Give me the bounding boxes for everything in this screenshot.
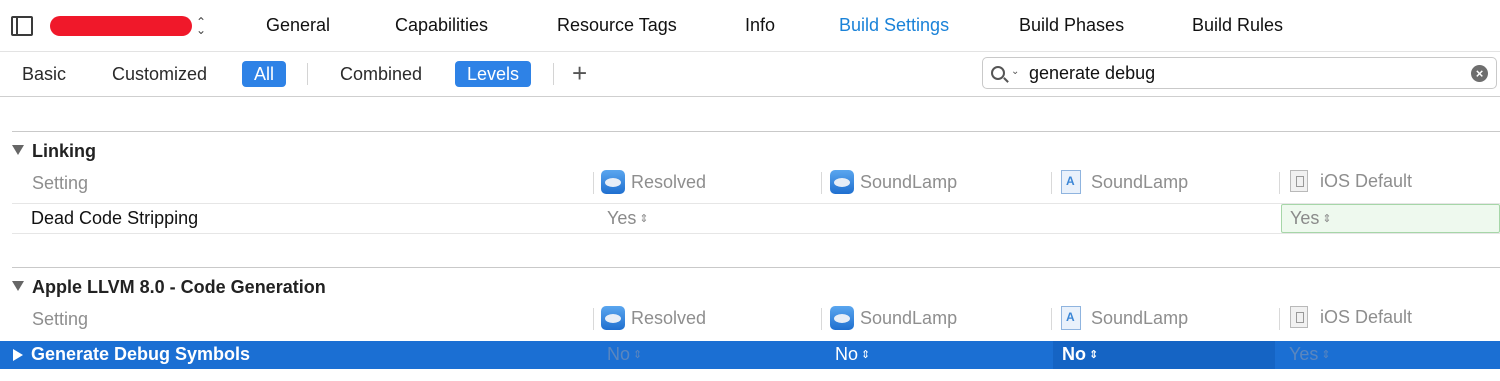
tab-build-settings[interactable]: Build Settings bbox=[839, 15, 949, 36]
target-value-cell[interactable]: No ⇕ bbox=[1053, 341, 1275, 369]
filter-divider bbox=[553, 63, 554, 85]
target-name-redacted bbox=[50, 16, 192, 36]
project-icon bbox=[830, 306, 854, 330]
tab-general[interactable]: General bbox=[266, 15, 330, 36]
column-divider bbox=[1279, 172, 1280, 194]
chevron-updown-icon: ⇕ bbox=[639, 213, 649, 225]
chevron-updown-icon: ⇕ bbox=[1089, 349, 1099, 361]
column-divider bbox=[1051, 172, 1052, 194]
tab-build-rules[interactable]: Build Rules bbox=[1192, 15, 1283, 36]
tab-build-phases[interactable]: Build Phases bbox=[1019, 15, 1124, 36]
column-divider bbox=[1279, 308, 1280, 330]
app-target-icon bbox=[1061, 170, 1081, 194]
column-header-project: SoundLamp bbox=[830, 170, 957, 194]
resolved-project-icon bbox=[601, 306, 625, 330]
row-divider bbox=[12, 233, 1500, 234]
view-levels-button[interactable]: Levels bbox=[455, 61, 532, 87]
table-row-dead-code-stripping[interactable]: Dead Code Stripping Yes ⇕ Yes ⇕ bbox=[12, 204, 1500, 234]
column-divider bbox=[593, 308, 594, 330]
search-options-chevron-icon[interactable]: ⌄ bbox=[1011, 66, 1019, 77]
chevron-updown-icon: ⇕ bbox=[1322, 213, 1332, 225]
target-picker[interactable]: ⌃ ⌄ bbox=[50, 15, 206, 37]
ios-default-cell[interactable]: Yes ⇕ bbox=[1281, 204, 1500, 233]
value-text: Yes bbox=[1289, 344, 1319, 364]
search-field[interactable]: ⌄ × bbox=[982, 57, 1497, 89]
column-label: Resolved bbox=[631, 171, 707, 192]
project-value[interactable]: No ⇕ bbox=[835, 344, 870, 365]
column-label: SoundLamp bbox=[860, 307, 958, 328]
column-header-resolved: Resolved bbox=[601, 306, 706, 330]
ios-default-icon bbox=[1290, 306, 1308, 328]
setting-name: Generate Debug Symbols bbox=[31, 344, 251, 364]
search-icon[interactable] bbox=[991, 66, 1005, 80]
value-text: No bbox=[1062, 344, 1086, 364]
value-text: No bbox=[607, 344, 631, 364]
disclosure-expanded-icon[interactable] bbox=[12, 145, 24, 155]
filter-divider bbox=[307, 63, 308, 85]
column-header-setting: Setting bbox=[32, 309, 89, 329]
disclosure-collapsed-icon[interactable] bbox=[13, 349, 23, 361]
column-divider bbox=[1051, 308, 1052, 330]
filter-customized-button[interactable]: Customized bbox=[112, 61, 207, 87]
column-label: iOS Default bbox=[1320, 306, 1413, 327]
column-divider bbox=[821, 172, 822, 194]
ios-default-value[interactable]: Yes ⇕ bbox=[1289, 344, 1331, 365]
ios-default-icon bbox=[1290, 170, 1308, 192]
section-title: Apple LLVM 8.0 - Code Generation bbox=[32, 277, 326, 297]
section-header-linking[interactable]: Linking bbox=[12, 141, 96, 162]
disclosure-expanded-icon[interactable] bbox=[12, 281, 24, 291]
clear-search-icon[interactable]: × bbox=[1471, 65, 1488, 82]
column-header-target: SoundLamp bbox=[1061, 170, 1188, 194]
chevron-updown-icon: ⇕ bbox=[1321, 349, 1331, 361]
column-header-resolved: Resolved bbox=[601, 170, 706, 194]
value-text: No bbox=[835, 344, 859, 364]
resolved-value[interactable]: No ⇕ bbox=[607, 344, 642, 365]
table-row-generate-debug-symbols[interactable]: Generate Debug Symbols No ⇕ No ⇕ No ⇕ Yes ⇕ bbox=[0, 341, 1500, 369]
section-divider bbox=[12, 267, 1500, 268]
filter-basic-button[interactable]: Basic bbox=[22, 61, 66, 87]
value-text: Yes bbox=[607, 208, 637, 228]
add-setting-button[interactable]: + bbox=[572, 60, 587, 86]
project-icon bbox=[830, 170, 854, 194]
view-combined-button[interactable]: Combined bbox=[340, 61, 422, 87]
column-header-ios-default: iOS Default bbox=[1290, 306, 1412, 328]
section-title: Linking bbox=[32, 141, 96, 161]
resolved-project-icon bbox=[601, 170, 625, 194]
chevron-updown-icon: ⇕ bbox=[861, 349, 871, 361]
chevron-updown-icon: ⇕ bbox=[633, 349, 643, 361]
filter-all-button[interactable]: All bbox=[242, 61, 287, 87]
section-divider bbox=[12, 131, 1500, 132]
column-label: SoundLamp bbox=[1091, 171, 1189, 192]
column-header-ios-default: iOS Default bbox=[1290, 170, 1412, 192]
column-divider bbox=[821, 308, 822, 330]
build-settings-filter-bar: Basic Customized All Combined Levels + ⌄… bbox=[0, 52, 1500, 97]
chevron-updown-icon: ⌃ ⌄ bbox=[196, 15, 207, 37]
value-text: Yes bbox=[1290, 208, 1320, 228]
tab-info[interactable]: Info bbox=[745, 15, 775, 36]
tab-capabilities[interactable]: Capabilities bbox=[395, 15, 488, 36]
setting-name: Dead Code Stripping bbox=[31, 208, 199, 228]
app-target-icon bbox=[1061, 306, 1081, 330]
search-input[interactable] bbox=[1029, 62, 1459, 84]
column-label: SoundLamp bbox=[860, 171, 958, 192]
column-label: SoundLamp bbox=[1091, 307, 1189, 328]
resolved-value[interactable]: Yes ⇕ bbox=[607, 208, 649, 229]
ios-default-value: Yes ⇕ bbox=[1290, 208, 1332, 229]
column-header-setting: Setting bbox=[32, 173, 89, 193]
target-value: No ⇕ bbox=[1062, 344, 1098, 365]
editor-tab-bar: ⌃ ⌄ General Capabilities Resource Tags In… bbox=[0, 0, 1500, 52]
column-label: Resolved bbox=[631, 307, 707, 328]
column-divider bbox=[593, 172, 594, 194]
column-label: iOS Default bbox=[1320, 170, 1413, 191]
tab-resource-tags[interactable]: Resource Tags bbox=[557, 15, 677, 36]
column-header-target: SoundLamp bbox=[1061, 306, 1188, 330]
sidebar-toggle-icon[interactable] bbox=[11, 16, 33, 36]
section-header-code-generation[interactable]: Apple LLVM 8.0 - Code Generation bbox=[12, 277, 326, 298]
column-header-project: SoundLamp bbox=[830, 306, 957, 330]
